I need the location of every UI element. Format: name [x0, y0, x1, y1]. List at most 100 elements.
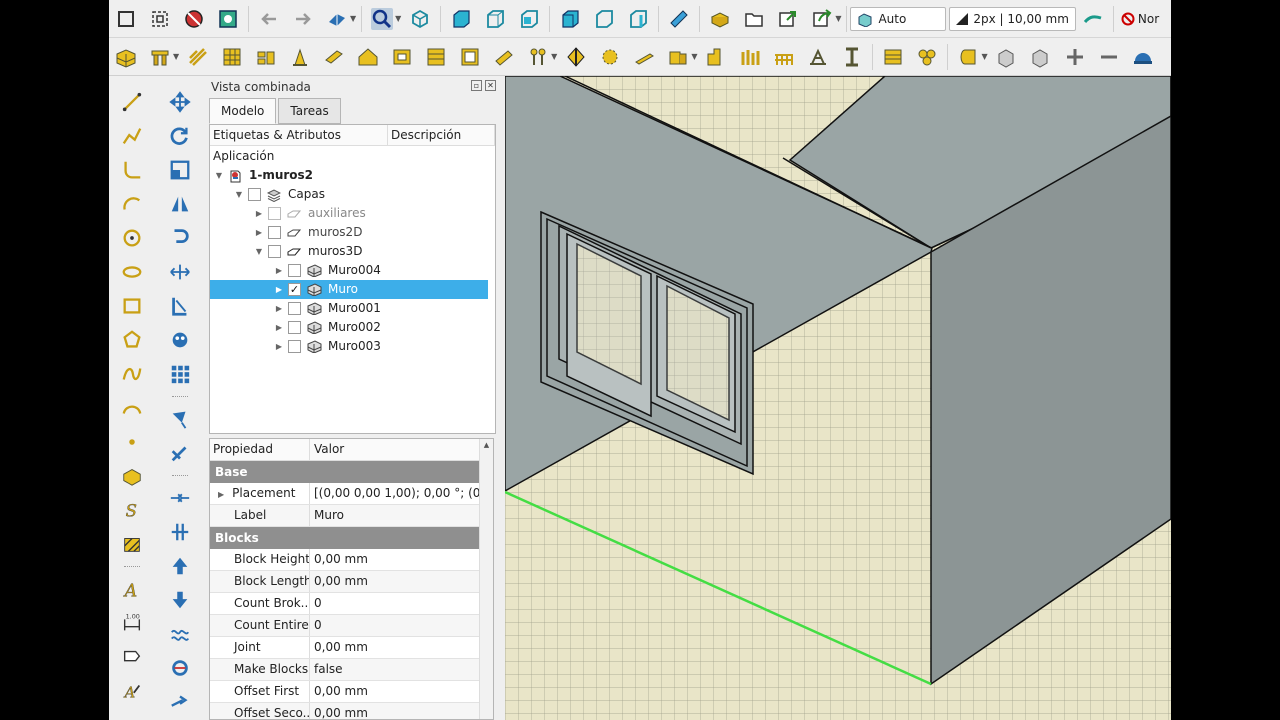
- expand-arrow-icon[interactable]: ▶: [274, 261, 284, 280]
- pipe-icon[interactable]: [493, 46, 515, 68]
- expand-arrow-icon[interactable]: ▶: [274, 280, 284, 299]
- tree-item-layer-auxiliares[interactable]: ▶ auxiliares: [254, 204, 366, 223]
- facebinder-icon[interactable]: [120, 464, 144, 488]
- expand-arrow-icon[interactable]: ▼: [234, 185, 244, 204]
- wire-icon[interactable]: [120, 124, 144, 148]
- window-tool-icon[interactable]: [459, 46, 481, 68]
- property-value[interactable]: 0: [310, 593, 493, 614]
- curtain-wall-icon[interactable]: [221, 46, 243, 68]
- bottom-view-icon[interactable]: [593, 8, 615, 30]
- part-icon[interactable]: [709, 8, 731, 30]
- truss-icon[interactable]: [773, 46, 795, 68]
- site-icon[interactable]: [739, 46, 761, 68]
- tree-col-description[interactable]: Descripción: [388, 125, 495, 145]
- expand-arrow-icon[interactable]: ▶: [254, 223, 264, 242]
- tree-item-layer-muros2d[interactable]: ▶ muros2D: [254, 223, 362, 242]
- expand-arrow-icon[interactable]: ▼: [214, 166, 224, 185]
- property-row[interactable]: Block Height 0,00 mm: [210, 549, 493, 571]
- property-col-name[interactable]: Propiedad: [210, 439, 310, 460]
- add-point-icon[interactable]: [168, 656, 192, 680]
- label-icon[interactable]: [120, 645, 144, 669]
- property-row[interactable]: Joint 0,00 mm: [210, 637, 493, 659]
- visibility-checkbox[interactable]: [288, 264, 301, 277]
- fit-selection-icon[interactable]: [149, 8, 171, 30]
- property-row[interactable]: Count Brok... 0: [210, 593, 493, 615]
- beam-icon[interactable]: [841, 46, 863, 68]
- wall-icon[interactable]: [115, 46, 137, 68]
- forward-arrow-icon[interactable]: [292, 8, 314, 30]
- rebar-icon[interactable]: [187, 46, 209, 68]
- stairs-icon[interactable]: [425, 46, 447, 68]
- visibility-checkbox[interactable]: [248, 188, 261, 201]
- fillet-icon[interactable]: [120, 158, 144, 182]
- rear-view-icon[interactable]: [559, 8, 581, 30]
- property-col-value[interactable]: Valor: [310, 439, 344, 460]
- structure-icon[interactable]: [149, 46, 171, 68]
- expand-arrow-icon[interactable]: ▶: [218, 490, 224, 499]
- bim-icon[interactable]: [1132, 46, 1154, 68]
- equipment-icon[interactable]: [527, 46, 549, 68]
- link-actions-icon[interactable]: [811, 8, 833, 30]
- tab-modelo[interactable]: Modelo: [209, 98, 277, 124]
- tree-col-labels[interactable]: Etiquetas & Atributos: [210, 125, 388, 145]
- draw-style-icon[interactable]: [183, 8, 205, 30]
- expand-arrow-icon[interactable]: ▶: [274, 299, 284, 318]
- dimension-icon[interactable]: 1.00: [120, 611, 144, 635]
- pipe-connector-icon[interactable]: [957, 46, 979, 68]
- building-part-icon[interactable]: [255, 46, 277, 68]
- polygon-icon[interactable]: [120, 328, 144, 352]
- left-view-icon[interactable]: [627, 8, 649, 30]
- property-group-blocks[interactable]: Blocks: [210, 527, 493, 549]
- 3d-viewport[interactable]: [505, 76, 1171, 720]
- frame-icon[interactable]: [391, 46, 413, 68]
- property-row-placement[interactable]: ▶ Placement [(0,00 0,00 1,00); 0,00 °; (0…: [210, 483, 493, 505]
- shapestring-icon[interactable]: S: [120, 498, 144, 522]
- 3d-scene[interactable]: [505, 76, 1171, 720]
- circle-icon[interactable]: [120, 226, 144, 250]
- tree-item-wall-muro001[interactable]: ▶ Muro001: [274, 299, 381, 318]
- visibility-checkbox[interactable]: [268, 207, 281, 220]
- visibility-checkbox[interactable]: [288, 321, 301, 334]
- shape2dview-icon[interactable]: [168, 294, 192, 318]
- close-panel-button[interactable]: ✕: [485, 80, 496, 91]
- visibility-checkbox[interactable]: [268, 245, 281, 258]
- ellipse-icon[interactable]: [120, 260, 144, 284]
- clone-icon[interactable]: [168, 328, 192, 352]
- property-row[interactable]: Offset Seco... 0,00 mm: [210, 703, 493, 719]
- property-value[interactable]: false: [310, 659, 493, 680]
- draft-to-sketch-icon[interactable]: [168, 407, 192, 431]
- top-view-icon[interactable]: [484, 8, 506, 30]
- tree-item-wall-muro003[interactable]: ▶ Muro003: [274, 337, 381, 356]
- point-icon[interactable]: [120, 430, 144, 454]
- schedule-icon[interactable]: [882, 46, 904, 68]
- tree-item-wall-muro002[interactable]: ▶ Muro002: [274, 318, 381, 337]
- component-icon[interactable]: [916, 46, 938, 68]
- move-to-icon[interactable]: [168, 690, 192, 714]
- upgrade-icon[interactable]: [168, 554, 192, 578]
- expand-arrow-icon[interactable]: ▼: [254, 242, 264, 261]
- property-row[interactable]: Make Blocks false: [210, 659, 493, 681]
- tab-tareas[interactable]: Tareas: [278, 98, 341, 124]
- property-row-label[interactable]: Label Muro: [210, 505, 493, 527]
- fence-icon[interactable]: [633, 46, 655, 68]
- remove-component-icon[interactable]: [1030, 46, 1052, 68]
- rotate-icon[interactable]: [168, 124, 192, 148]
- isometric-view-icon[interactable]: [409, 8, 431, 30]
- split-icon[interactable]: [168, 520, 192, 544]
- line-icon[interactable]: [120, 90, 144, 114]
- scale-icon[interactable]: [168, 158, 192, 182]
- property-value[interactable]: 0,00 mm: [310, 549, 493, 570]
- panel-icon[interactable]: [323, 46, 345, 68]
- expand-arrow-icon[interactable]: ▶: [274, 337, 284, 356]
- group-icon[interactable]: [743, 8, 765, 30]
- draw-style-combo[interactable]: Auto: [850, 6, 947, 31]
- tree-item-wall-muro004[interactable]: ▶ Muro004: [274, 261, 381, 280]
- visibility-checkbox[interactable]: [268, 226, 281, 239]
- floor-icon[interactable]: [667, 46, 689, 68]
- downgrade-icon[interactable]: [168, 588, 192, 612]
- hatch-icon[interactable]: [120, 532, 144, 556]
- property-value[interactable]: 0,00 mm: [310, 571, 493, 592]
- space-icon[interactable]: [599, 46, 621, 68]
- property-value[interactable]: [(0,00 0,00 1,00); 0,00 °; (0,...: [310, 483, 493, 504]
- expand-arrow-icon[interactable]: ▶: [254, 204, 264, 223]
